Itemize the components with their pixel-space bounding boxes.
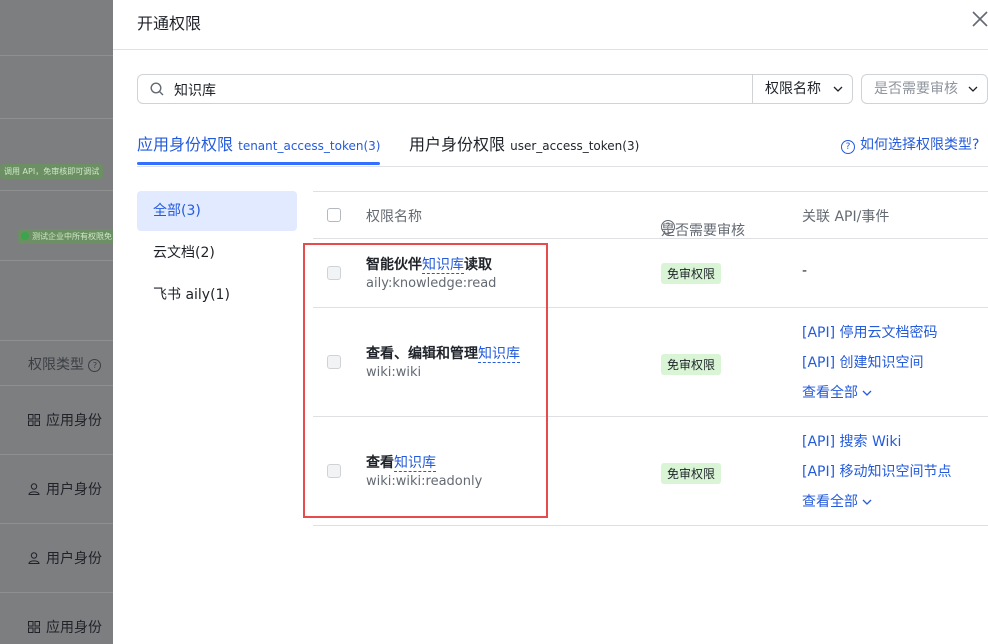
check-icon xyxy=(21,232,29,240)
user-icon xyxy=(28,483,40,495)
user-icon xyxy=(28,552,40,564)
bg-row-type: 用户身份 xyxy=(28,479,102,499)
chevron-down-icon xyxy=(862,390,872,396)
info-tag: 调用 API，免审核即可调试 xyxy=(0,164,104,179)
chevron-down-icon xyxy=(862,499,872,505)
divider xyxy=(0,592,113,593)
divider xyxy=(0,454,113,455)
bg-row-type: 应用身份 xyxy=(28,410,102,430)
perm-type-header: 权限类型 ? xyxy=(28,354,102,374)
tab-token: user_access_token(3) xyxy=(510,139,640,153)
view-all-label: 查看全部 xyxy=(802,385,858,401)
chevron-down-icon xyxy=(968,86,978,92)
divider xyxy=(0,190,113,191)
status-badge: 免审权限 xyxy=(661,263,722,284)
divider xyxy=(0,385,113,386)
column-name: 权限名称 xyxy=(366,209,422,225)
bg-row-type: 用户身份 xyxy=(28,548,102,568)
help-link-label: 如何选择权限类型? xyxy=(860,137,980,153)
header-divider xyxy=(113,49,988,50)
tab-token: tenant_access_token(3) xyxy=(238,139,381,153)
divider xyxy=(0,55,113,56)
no-api-placeholder: - xyxy=(802,263,808,279)
bg-row-label: 应用身份 xyxy=(46,620,102,636)
help-link[interactable]: ? 如何选择权限类型? xyxy=(841,134,979,154)
background-page: 调用 API，免审核即可调试 测试企业中所有权限免 权限类型 ? 应用身份 用户… xyxy=(0,0,113,644)
table-header: 权限名称 是否需要审核 ? 关联 API/事件 xyxy=(313,191,988,239)
info-tag-label: 测试企业中所有权限免 xyxy=(32,232,112,241)
status-badge: 免审权限 xyxy=(661,354,722,375)
view-all-link[interactable]: 查看全部 xyxy=(802,382,872,402)
bg-row-type: 应用身份 xyxy=(28,617,102,637)
close-icon[interactable] xyxy=(971,10,988,30)
search-box[interactable] xyxy=(137,74,753,105)
view-all-link[interactable]: 查看全部 xyxy=(802,491,872,511)
tab-user-identity[interactable]: 用户身份权限 user_access_token(3) xyxy=(409,131,639,155)
category-list: 全部(3) 云文档(2) 飞书 aily(1) xyxy=(137,191,297,317)
divider xyxy=(0,118,113,119)
select-all-checkbox[interactable] xyxy=(327,208,341,222)
active-tab-indicator xyxy=(137,162,380,165)
permission-dialog: 开通权限 权限名称 是否需要审核 应用身份权限 tenant_access_to… xyxy=(113,0,988,644)
highlight-annotation-box xyxy=(303,243,548,518)
help-icon: ? xyxy=(88,359,102,372)
filter-name-label: 权限名称 xyxy=(765,81,821,97)
filter-review-label: 是否需要审核 xyxy=(874,81,958,97)
category-aily[interactable]: 飞书 aily(1) xyxy=(137,275,297,315)
api-link[interactable]: [API] 创建知识空间 xyxy=(802,352,924,372)
identity-tabs: 应用身份权限 tenant_access_token(3) 用户身份权限 use… xyxy=(137,125,988,167)
tab-label: 用户身份权限 xyxy=(409,135,506,154)
view-all-label: 查看全部 xyxy=(802,494,858,510)
perm-type-label: 权限类型 xyxy=(28,357,84,373)
status-badge: 免审权限 xyxy=(661,463,722,484)
chevron-down-icon xyxy=(833,86,843,92)
api-link[interactable]: [API] 移动知识空间节点 xyxy=(802,461,952,481)
dialog-title: 开通权限 xyxy=(137,14,202,33)
bg-row-label: 应用身份 xyxy=(46,413,102,429)
info-tag: 测试企业中所有权限免 xyxy=(18,229,113,244)
search-input[interactable] xyxy=(172,75,736,105)
help-icon: ? xyxy=(841,140,855,154)
bg-row-label: 用户身份 xyxy=(46,551,102,567)
tab-app-identity[interactable]: 应用身份权限 tenant_access_token(3) xyxy=(137,131,380,155)
bg-row-label: 用户身份 xyxy=(46,482,102,498)
search-icon xyxy=(150,82,164,96)
api-link[interactable]: [API] 搜索 Wiki xyxy=(802,431,901,451)
category-cloud-docs[interactable]: 云文档(2) xyxy=(137,233,297,273)
divider xyxy=(0,523,113,524)
column-api: 关联 API/事件 xyxy=(802,209,890,225)
grid-icon xyxy=(28,621,40,633)
grid-icon xyxy=(28,414,40,426)
filter-name-select[interactable]: 权限名称 xyxy=(753,74,853,104)
tab-label: 应用身份权限 xyxy=(137,135,234,154)
filter-review-select[interactable]: 是否需要审核 xyxy=(861,74,988,104)
divider xyxy=(0,260,113,261)
help-icon: ? xyxy=(661,220,675,234)
category-all[interactable]: 全部(3) xyxy=(137,191,297,231)
api-link[interactable]: [API] 停用云文档密码 xyxy=(802,322,938,342)
divider xyxy=(0,340,113,341)
